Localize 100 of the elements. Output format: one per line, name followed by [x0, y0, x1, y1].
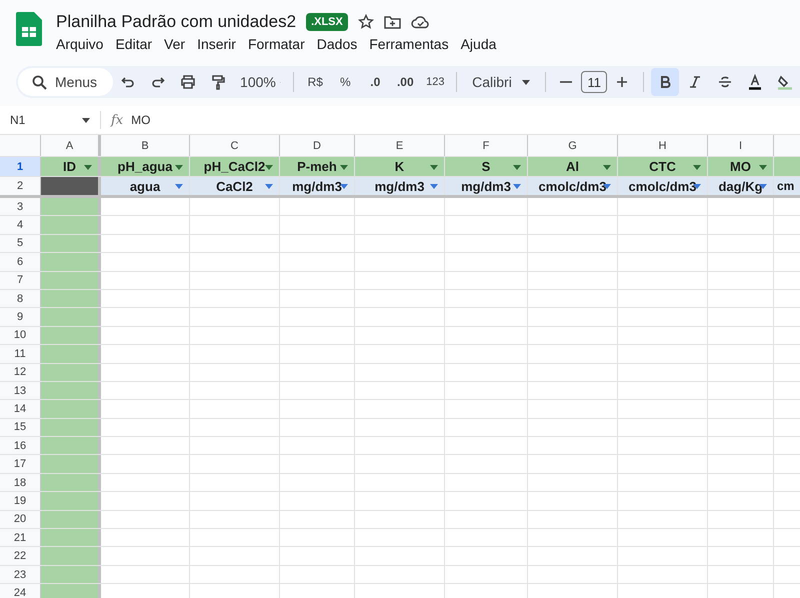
grid-cell: [41, 584, 101, 598]
row-header[interactable]: 20: [0, 510, 41, 528]
grid-cell: [41, 308, 101, 326]
grid-cell: [41, 566, 101, 584]
column-header[interactable]: H: [618, 135, 708, 156]
zoom-select[interactable]: 100%: [234, 68, 286, 96]
row-header[interactable]: 7: [0, 272, 41, 289]
menu-item[interactable]: Editar: [115, 36, 152, 52]
cell-text: cmolc/dm3: [628, 178, 696, 194]
sheets-logo-icon: [16, 12, 42, 46]
column-header[interactable]: B: [101, 135, 190, 156]
row-header[interactable]: 9: [0, 308, 41, 326]
row-header[interactable]: 18: [0, 474, 41, 492]
bold-button[interactable]: [650, 68, 679, 96]
grid-cell: [41, 547, 101, 565]
menu-item[interactable]: Ajuda: [460, 36, 496, 52]
row-header[interactable]: 22: [0, 547, 41, 565]
cell-text: mg/dm3: [292, 178, 342, 194]
row-header[interactable]: 17: [0, 455, 41, 473]
percent-button[interactable]: %: [331, 68, 360, 96]
filter-icon[interactable]: [340, 184, 348, 189]
grid-cell: [41, 326, 101, 344]
cell-text: MO: [730, 159, 751, 174]
grid-cell: [41, 400, 101, 418]
column-header[interactable]: C: [190, 135, 280, 156]
grid-cell: [41, 345, 101, 363]
row-header[interactable]: 21: [0, 529, 41, 546]
column-header[interactable]: G: [528, 135, 618, 156]
grid-cell: [41, 364, 101, 381]
grid-cell: [41, 529, 101, 546]
menu-item[interactable]: Formatar: [248, 36, 305, 52]
decrease-decimal-button[interactable]: .0: [361, 68, 390, 96]
grid-cell: [41, 418, 101, 436]
cell-text: cm: [777, 179, 794, 193]
grid-cell: [41, 455, 101, 473]
search-icon: [32, 74, 47, 90]
paint-bucket-icon: [776, 74, 793, 90]
text-color-icon: [746, 74, 763, 90]
increase-decimal-button[interactable]: .00: [391, 68, 420, 96]
row-header[interactable]: 5: [0, 234, 41, 252]
row-header[interactable]: 24: [0, 584, 41, 598]
row-header[interactable]: 2: [0, 177, 41, 195]
row-header[interactable]: 13: [0, 382, 41, 400]
grid-cell: [41, 382, 101, 400]
font-size-field[interactable]: 11: [581, 71, 608, 93]
name-box[interactable]: N1: [0, 111, 101, 129]
row-header[interactable]: 3: [0, 198, 41, 216]
row-header[interactable]: 11: [0, 345, 41, 363]
cell-text: mg/dm3: [374, 178, 424, 194]
font-select[interactable]: Calibri: [464, 68, 538, 96]
grid-cell: [41, 474, 101, 492]
row-header[interactable]: 10: [0, 326, 41, 344]
cell-text: dag/Kg: [718, 178, 763, 194]
search-placeholder: Menus: [55, 74, 98, 90]
grid-cell: [41, 510, 101, 528]
paint-roller-icon: [210, 74, 226, 90]
row-header[interactable]: 4: [0, 216, 41, 234]
row-header[interactable]: 15: [0, 418, 41, 436]
star-icon[interactable]: [358, 14, 374, 30]
menu-item[interactable]: Ferramentas: [369, 36, 449, 52]
document-title[interactable]: Planilha Padrão com unidades2: [56, 12, 296, 32]
printer-icon: [180, 74, 196, 90]
column-header[interactable]: A: [41, 135, 101, 156]
row-header[interactable]: 6: [0, 253, 41, 271]
row-header[interactable]: 1: [0, 157, 41, 176]
cell-text: pH_CaCl2: [204, 159, 266, 174]
formula-value[interactable]: MO: [131, 113, 150, 127]
menu-search-field[interactable]: Menus: [18, 68, 114, 96]
grid-cell: [41, 492, 101, 510]
cell-text: P-meh: [297, 159, 337, 174]
row-header[interactable]: 23: [0, 566, 41, 584]
row-header[interactable]: 14: [0, 400, 41, 418]
menu-item[interactable]: Arquivo: [56, 36, 104, 52]
menu-item[interactable]: Inserir: [197, 36, 236, 52]
cell-text: K: [394, 159, 404, 174]
column-header[interactable]: F: [445, 135, 528, 156]
column-header[interactable]: D: [280, 135, 355, 156]
row-header[interactable]: 8: [0, 290, 41, 308]
cloud-icon[interactable]: [410, 15, 430, 29]
grid-cell: [41, 216, 101, 234]
folder-icon[interactable]: [384, 14, 401, 30]
cell-text: mg/dm3: [461, 178, 511, 194]
minus-icon: [560, 81, 572, 83]
menu-item[interactable]: Dados: [316, 36, 358, 52]
row-header[interactable]: 19: [0, 492, 41, 510]
grid-cell: [41, 234, 101, 252]
file-type-badge: .XLSX: [306, 13, 348, 31]
number-format-button[interactable]: 123: [421, 68, 450, 96]
cell-text: CTC: [649, 159, 676, 174]
cell-text: S: [482, 159, 490, 174]
cell-text: ID: [63, 159, 76, 174]
column-header[interactable]: E: [355, 135, 445, 156]
cell-text: agua: [130, 178, 160, 194]
currency-button[interactable]: R$: [301, 68, 330, 96]
row-header[interactable]: 16: [0, 437, 41, 454]
column-header[interactable]: I: [708, 135, 774, 156]
row-header[interactable]: 12: [0, 364, 41, 381]
menu-item[interactable]: Ver: [164, 36, 186, 52]
function-label: fx: [111, 112, 124, 128]
cell-text: cmolc/dm3: [538, 178, 606, 194]
